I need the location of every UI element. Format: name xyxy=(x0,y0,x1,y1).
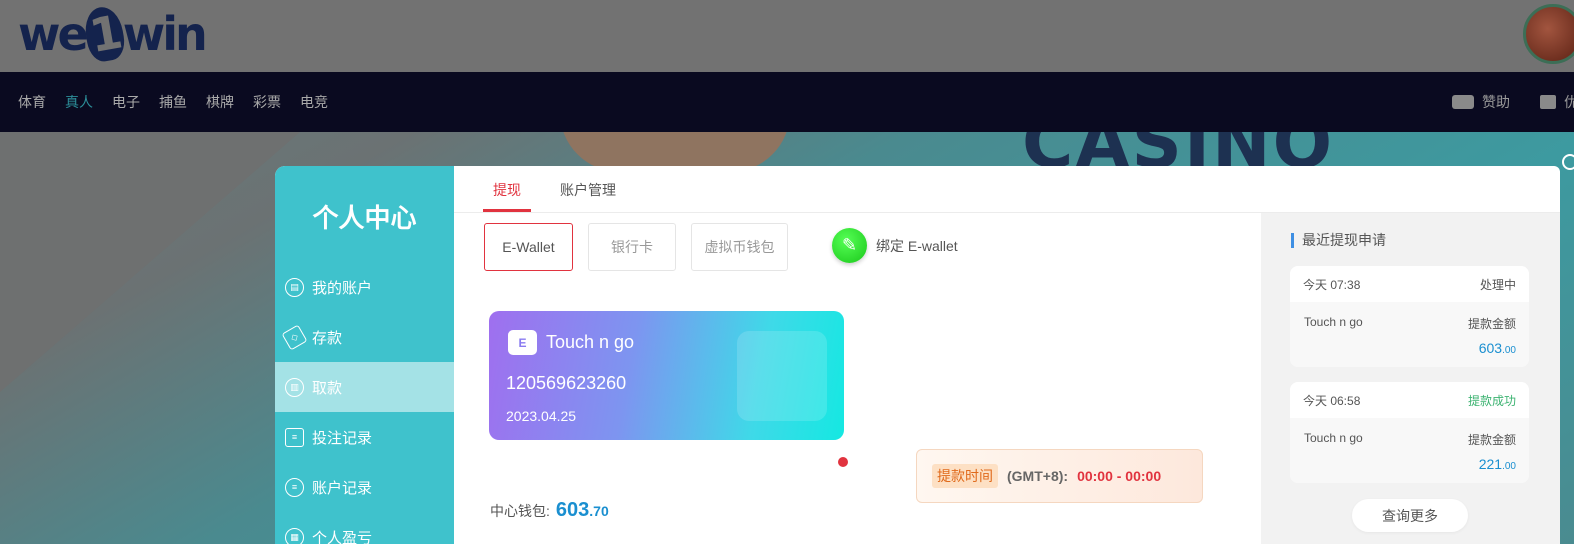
sidebar-item-bet-record[interactable]: ≡ 投注记录 xyxy=(275,412,454,462)
personal-center-modal: 个人中心 ▤ 我的账户 ◇ 存款 ▥ 取款 ≡ 投注记录 ≡ 账户记录 ▦ 个人… xyxy=(275,166,1560,544)
sidebar-item-label: 我的账户 xyxy=(312,279,373,297)
nav-item-cards[interactable]: 棋牌 xyxy=(206,92,234,112)
withdraw-time-range: 00:00 - 00:00 xyxy=(1077,468,1162,484)
recent-withdrawals-panel: 最近提现申请 今天 07:38 处理中 Touch n go 提款金额 603.… xyxy=(1261,213,1560,544)
nav-right: 赞助 优 xyxy=(1452,72,1574,132)
withdrawal-record[interactable]: 今天 07:38 处理中 Touch n go 提款金额 603.00 xyxy=(1290,266,1529,367)
record-time: 今天 06:58 xyxy=(1303,393,1361,408)
record-time: 今天 07:38 xyxy=(1303,277,1361,292)
sidebar-item-deposit[interactable]: ◇ 存款 xyxy=(275,312,454,362)
record-status: 提款成功 xyxy=(1467,393,1516,408)
title-accent-bar xyxy=(1291,232,1294,248)
account-record-icon: ≡ xyxy=(285,477,304,497)
record-method: Touch n go xyxy=(1304,315,1363,329)
logo-text: we1win xyxy=(18,4,208,64)
nav-sponsor-label: 赞助 xyxy=(1482,94,1510,110)
card-watermark xyxy=(737,331,827,421)
close-icon[interactable] xyxy=(1562,154,1574,170)
query-more-button[interactable]: 查询更多 xyxy=(1352,499,1468,532)
card-name: Touch n go xyxy=(546,332,635,352)
top-header: we1win xyxy=(0,0,1574,72)
tab-bar: 提现 账户管理 xyxy=(454,166,1560,213)
record-header: 今天 07:38 处理中 xyxy=(1290,266,1529,302)
nav-item-lottery[interactable]: 彩票 xyxy=(253,92,281,112)
method-ewallet-button[interactable]: E-Wallet xyxy=(484,223,573,271)
sidebar-item-label: 存款 xyxy=(312,329,343,347)
sidebar-item-account-record[interactable]: ≡ 账户记录 xyxy=(275,462,454,512)
record-amount: 221.00 xyxy=(1478,456,1516,472)
banner-shape xyxy=(0,132,300,392)
bet-record-icon: ≡ xyxy=(285,427,304,447)
record-amount: 603.00 xyxy=(1478,340,1516,356)
tab-account-management[interactable]: 账户管理 xyxy=(560,180,616,200)
sidebar-item-profit-loss[interactable]: ▦ 个人盈亏 xyxy=(275,512,454,544)
nav-sponsor[interactable]: 赞助 xyxy=(1452,92,1510,112)
withdraw-time-tag: 提款时间 xyxy=(932,464,998,488)
balance-label: 中心钱包: xyxy=(490,503,550,519)
withdraw-time-box: 提款时间 (GMT+8): 00:00 - 00:00 xyxy=(916,449,1203,503)
carousel-dot[interactable] xyxy=(838,457,848,467)
sidebar-item-label: 投注记录 xyxy=(312,429,373,447)
record-body: Touch n go 提款金额 603.00 xyxy=(1290,302,1529,367)
sidebar-item-label: 账户记录 xyxy=(312,479,373,497)
nav-item-sports[interactable]: 体育 xyxy=(18,92,46,112)
percent-icon xyxy=(1540,95,1556,109)
withdrawal-record[interactable]: 今天 06:58 提款成功 Touch n go 提款金额 221.00 xyxy=(1290,382,1529,483)
profit-loss-icon: ▦ xyxy=(285,527,304,544)
edit-pencil-icon: ✎ xyxy=(832,228,867,263)
deposit-icon: ◇ xyxy=(281,324,308,350)
sidebar: 个人中心 ▤ 我的账户 ◇ 存款 ▥ 取款 ≡ 投注记录 ≡ 账户记录 ▦ 个人… xyxy=(275,166,454,544)
tab-underline xyxy=(483,209,531,212)
record-status: 处理中 xyxy=(1479,277,1516,292)
bind-ewallet-button[interactable]: ✎ 绑定 E-wallet xyxy=(832,228,958,263)
record-method: Touch n go xyxy=(1304,431,1363,445)
card-number: 120569623260 xyxy=(506,373,627,393)
withdraw-time-gmt: (GMT+8): xyxy=(1007,468,1069,484)
sidebar-title: 个人中心 xyxy=(312,203,417,233)
nav-item-fishing[interactable]: 捕鱼 xyxy=(159,92,187,112)
withdraw-icon: ▥ xyxy=(285,377,304,397)
nav-item-esports[interactable]: 电竞 xyxy=(300,92,328,112)
wallet-card[interactable]: E Touch n go 120569623260 2023.04.25 xyxy=(489,311,844,440)
record-body: Touch n go 提款金额 221.00 xyxy=(1290,418,1529,483)
record-header: 今天 06:58 提款成功 xyxy=(1290,382,1529,418)
tab-withdraw[interactable]: 提现 xyxy=(493,180,521,200)
sidebar-item-label: 个人盈亏 xyxy=(312,529,373,544)
ewallet-logo-icon: E xyxy=(508,330,537,355)
nav-promo[interactable]: 优 xyxy=(1540,92,1574,112)
sidebar-item-label: 取款 xyxy=(312,379,343,397)
central-wallet-balance: 中心钱包: 603.70 xyxy=(490,499,609,522)
sidebar-item-withdraw[interactable]: ▥ 取款 xyxy=(275,362,454,412)
method-crypto-wallet-button[interactable]: 虚拟币钱包 xyxy=(691,223,788,271)
site-logo[interactable]: we1win xyxy=(18,4,208,64)
handshake-icon xyxy=(1452,95,1474,109)
nav-item-slots[interactable]: 电子 xyxy=(112,92,140,112)
balance-value: 603.70 xyxy=(555,499,609,521)
bind-ewallet-label: 绑定 E-wallet xyxy=(876,237,958,254)
record-amount-label: 提款金额 xyxy=(1467,433,1516,447)
nav-item-live[interactable]: 真人 xyxy=(65,92,93,112)
record-amount-label: 提款金额 xyxy=(1467,317,1516,331)
account-icon: ▤ xyxy=(285,277,304,297)
nav-items: 体育 真人 电子 捕鱼 棋牌 彩票 电竞 xyxy=(0,92,328,112)
user-avatar[interactable] xyxy=(1523,4,1574,64)
withdraw-main: 提现 账户管理 E-Wallet 银行卡 虚拟币钱包 ✎ 绑定 E-wallet… xyxy=(454,166,1560,544)
sidebar-item-account[interactable]: ▤ 我的账户 xyxy=(275,262,454,312)
main-nav: 体育 真人 电子 捕鱼 棋牌 彩票 电竞 赞助 优 xyxy=(0,72,1574,132)
recent-withdrawals-title: 最近提现申请 xyxy=(1291,230,1386,250)
method-bank-card-button[interactable]: 银行卡 xyxy=(588,223,676,271)
card-date: 2023.04.25 xyxy=(506,408,577,424)
nav-promo-label: 优 xyxy=(1564,94,1574,110)
